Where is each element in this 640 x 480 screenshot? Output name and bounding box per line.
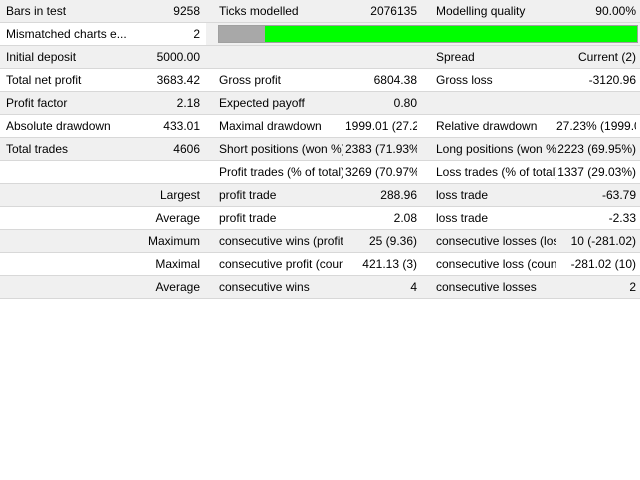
average-consecutive-losses-value: 2 bbox=[629, 280, 636, 294]
max-consecutive-wins-value: 25 (9.36) bbox=[368, 234, 417, 248]
total-net-profit-value: 3683.42 bbox=[156, 73, 200, 87]
report-row-bars-in-test: Bars in test 9258 Ticks modelled 2076135… bbox=[0, 0, 640, 23]
report-row-profit-trades: Profit trades (% of total) 3269 (70.97%)… bbox=[0, 161, 640, 184]
maximal-consecutive-loss-value: -281.02 (10) bbox=[570, 257, 636, 271]
loss-trades-label: Loss trades (% of total) bbox=[436, 165, 556, 179]
maximal-label: Maximal bbox=[155, 257, 200, 271]
bars-in-test-value: 9258 bbox=[173, 4, 200, 18]
report-row-total-net-profit: Total net profit 3683.42 Gross profit 68… bbox=[0, 69, 640, 92]
expected-payoff-value: 0.80 bbox=[393, 96, 417, 110]
average-consecutive-wins-label: consecutive wins bbox=[219, 280, 310, 294]
short-positions-value: 2383 (71.93%) bbox=[345, 142, 417, 156]
maximal-consecutive-profit-label: consecutive profit (count... bbox=[219, 257, 343, 271]
report-row-maximal: Maximal consecutive profit (count... 421… bbox=[0, 253, 640, 276]
average-consecutive-label: Average bbox=[155, 280, 200, 294]
maximal-drawdown-label: Maximal drawdown bbox=[219, 119, 322, 133]
spread-label: Spread bbox=[436, 50, 475, 64]
profit-trades-value: 3269 (70.97%) bbox=[345, 165, 417, 179]
relative-drawdown-label: Relative drawdown bbox=[436, 119, 538, 133]
largest-loss-trade-value: -63.79 bbox=[601, 188, 636, 202]
max-consecutive-losses-label: consecutive losses (loss i... bbox=[436, 234, 556, 248]
average-loss-trade-value: -2.33 bbox=[608, 211, 636, 225]
mismatched-charts-value: 2 bbox=[193, 27, 200, 41]
maximum-label: Maximum bbox=[147, 234, 200, 248]
ticks-modelled-label: Ticks modelled bbox=[219, 4, 299, 18]
gross-profit-label: Gross profit bbox=[219, 73, 282, 87]
average-profit-trade-label: profit trade bbox=[219, 211, 277, 225]
strategy-tester-report: Bars in test 9258 Ticks modelled 2076135… bbox=[0, 0, 640, 299]
report-row-maximum: Maximum consecutive wins (profit i... 25… bbox=[0, 230, 640, 253]
max-consecutive-losses-value: 10 (-281.02) bbox=[570, 234, 636, 248]
profit-trades-label: Profit trades (% of total) bbox=[219, 165, 343, 179]
largest-label: Largest bbox=[159, 188, 200, 202]
maximal-consecutive-profit-value: 421.13 (3) bbox=[362, 257, 417, 271]
modelling-quality-bar bbox=[218, 25, 638, 43]
largest-loss-trade-label: loss trade bbox=[436, 188, 489, 202]
total-trades-value: 4606 bbox=[173, 142, 200, 156]
report-row-largest: Largest profit trade 288.96 loss trade -… bbox=[0, 184, 640, 207]
maximal-drawdown-value: 1999.01 (27.2... bbox=[345, 119, 417, 133]
report-row-average-consecutive: Average consecutive wins 4 consecutive l… bbox=[0, 276, 640, 299]
report-row-total-trades: Total trades 4606 Short positions (won %… bbox=[0, 138, 640, 161]
spread-value: Current (2) bbox=[577, 50, 636, 64]
modelling-quality-value: 90.00% bbox=[595, 4, 636, 18]
report-row-profit-factor: Profit factor 2.18 Expected payoff 0.80 bbox=[0, 92, 640, 115]
modelling-quality-label: Modelling quality bbox=[436, 4, 526, 18]
ticks-modelled-value: 2076135 bbox=[370, 4, 417, 18]
profit-factor-value: 2.18 bbox=[176, 96, 200, 110]
relative-drawdown-value: 27.23% (1999.01) bbox=[556, 119, 636, 133]
average-profit-trade-value: 2.08 bbox=[393, 211, 417, 225]
report-row-mismatched-charts: Mismatched charts e... 2 bbox=[0, 23, 640, 46]
average-consecutive-wins-value: 4 bbox=[410, 280, 417, 294]
loss-trades-value: 1337 (29.03%) bbox=[557, 165, 636, 179]
long-positions-label: Long positions (won %) bbox=[436, 142, 556, 156]
largest-profit-trade-value: 288.96 bbox=[380, 188, 417, 202]
report-row-average: Average profit trade 2.08 loss trade -2.… bbox=[0, 207, 640, 230]
modelling-quality-bar-gray-segment bbox=[219, 26, 265, 42]
report-row-initial-deposit: Initial deposit 5000.00 Spread Current (… bbox=[0, 46, 640, 69]
average-loss-trade-label: loss trade bbox=[436, 211, 489, 225]
largest-profit-trade-label: profit trade bbox=[219, 188, 277, 202]
maximal-consecutive-loss-label: consecutive loss (count o... bbox=[436, 257, 556, 271]
long-positions-value: 2223 (69.95%) bbox=[557, 142, 636, 156]
max-consecutive-wins-label: consecutive wins (profit i... bbox=[219, 234, 343, 248]
expected-payoff-label: Expected payoff bbox=[219, 96, 305, 110]
gross-loss-value: -3120.96 bbox=[588, 73, 636, 87]
gross-loss-label: Gross loss bbox=[436, 73, 493, 87]
absolute-drawdown-value: 433.01 bbox=[163, 119, 200, 133]
average-consecutive-losses-label: consecutive losses bbox=[436, 280, 537, 294]
short-positions-label: Short positions (won %) bbox=[219, 142, 343, 156]
gross-profit-value: 6804.38 bbox=[373, 73, 417, 87]
average-label: Average bbox=[155, 211, 200, 225]
initial-deposit-value: 5000.00 bbox=[156, 50, 200, 64]
report-row-absolute-drawdown: Absolute drawdown 433.01 Maximal drawdow… bbox=[0, 115, 640, 138]
